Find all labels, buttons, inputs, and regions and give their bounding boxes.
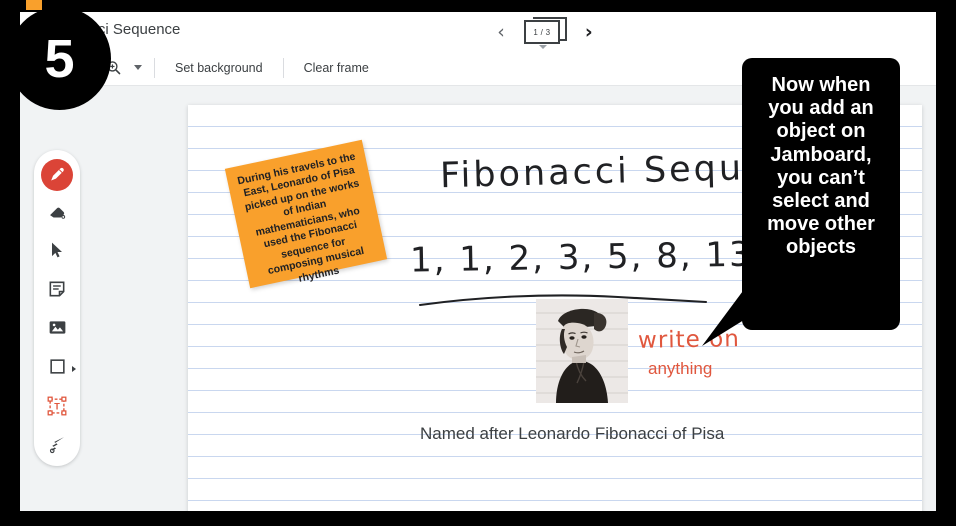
toolbar-divider <box>154 57 155 78</box>
eraser-tool[interactable] <box>37 195 77 233</box>
image-tool[interactable] <box>37 312 77 350</box>
cursor-arrow-icon <box>47 240 67 265</box>
frame-counter-button[interactable]: 1 / 3 <box>521 15 569 49</box>
shape-tool[interactable] <box>37 350 77 388</box>
fibonacci-portrait-image[interactable] <box>536 299 628 403</box>
sticky-note-text: During his travels to the East, Leonardo… <box>236 150 366 285</box>
frame-navigator: ‹ 1 / 3 › <box>475 14 615 50</box>
screenshot-root: acci Sequence ‹ 1 / 3 › Set background C… <box>0 0 956 526</box>
instruction-callout: Now when you add an object on Jamboard, … <box>742 58 900 330</box>
eraser-icon <box>47 201 68 227</box>
red-typed-text[interactable]: anything <box>648 359 712 379</box>
set-background-button[interactable]: Set background <box>167 57 271 79</box>
step-number-badge: 5 <box>8 7 111 110</box>
svg-text:T: T <box>54 401 60 411</box>
pen-icon <box>41 158 73 191</box>
canvas-caption-text[interactable]: Named after Leonardo Fibonacci of Pisa <box>420 424 724 444</box>
square-shape-icon <box>48 357 67 381</box>
chevron-left-icon[interactable]: ‹ <box>497 22 505 42</box>
badge-accent-mark <box>26 0 42 10</box>
laser-pointer-icon <box>47 434 68 460</box>
text-box-tool[interactable]: T <box>37 389 77 427</box>
pen-tool[interactable] <box>37 156 77 194</box>
caret-down-icon[interactable] <box>538 45 547 49</box>
laser-tool[interactable] <box>37 428 77 466</box>
title-bar: acci Sequence ‹ 1 / 3 › <box>20 12 936 50</box>
image-icon <box>47 317 68 343</box>
pen-options-caret-icon[interactable] <box>73 172 77 178</box>
shape-options-caret-icon[interactable] <box>72 366 76 373</box>
toolbar-divider <box>282 57 284 78</box>
sticky-note-tool[interactable] <box>37 273 77 311</box>
clear-frame-button[interactable]: Clear frame <box>296 57 377 79</box>
text-box-icon: T <box>46 395 68 422</box>
zoom-dropdown-caret-icon[interactable] <box>134 65 142 70</box>
callout-text: Now when you add an object on Jamboard, … <box>767 74 875 259</box>
tool-rail: T <box>34 150 80 466</box>
frame-counter-label: 1 / 3 <box>523 20 560 44</box>
chevron-right-icon[interactable]: › <box>585 22 593 42</box>
select-tool[interactable] <box>37 234 77 272</box>
sticky-note-icon <box>47 279 67 304</box>
